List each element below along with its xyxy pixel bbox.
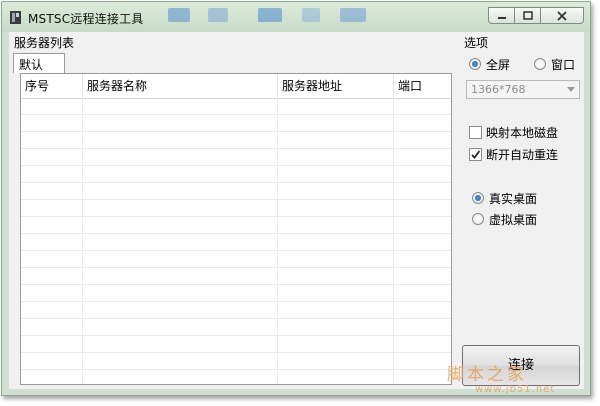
table-row bbox=[21, 217, 451, 234]
table-row bbox=[21, 251, 451, 268]
auto-reconnect-checkbox[interactable] bbox=[469, 148, 482, 161]
resolution-select[interactable]: 1366*768 bbox=[466, 80, 580, 99]
server-list-group-label: 服务器列表 bbox=[14, 36, 75, 50]
fullscreen-radio[interactable] bbox=[469, 58, 481, 70]
table-row bbox=[21, 98, 451, 115]
column-header-server-name[interactable]: 服务器名称 bbox=[83, 74, 278, 98]
tab-default[interactable]: 默认 bbox=[13, 53, 65, 73]
app-window: MSTSC远程连接工具 服务器列表 默认 序号 服务器名称 服务器地址 端口 选… bbox=[1, 1, 591, 396]
map-disk-label[interactable]: 映射本地磁盘 bbox=[486, 124, 558, 141]
checkmark-icon bbox=[471, 150, 481, 159]
watermark-url: www.jb51.net bbox=[475, 384, 556, 395]
table-header: 序号 服务器名称 服务器地址 端口 bbox=[21, 74, 451, 99]
blurred-taskbar-shape bbox=[208, 8, 228, 22]
real-desktop-radio[interactable] bbox=[472, 192, 484, 204]
minimize-icon bbox=[497, 16, 506, 19]
table-row bbox=[21, 353, 451, 370]
options-group-label: 选项 bbox=[464, 36, 489, 50]
column-header-port[interactable]: 端口 bbox=[394, 74, 451, 98]
table-row bbox=[21, 149, 451, 166]
client-area: 服务器列表 默认 序号 服务器名称 服务器地址 端口 选项 全屏 窗口 1366… bbox=[9, 32, 584, 395]
table-row bbox=[21, 234, 451, 251]
resolution-value: 1366*768 bbox=[471, 83, 526, 96]
table-row bbox=[21, 200, 451, 217]
watermark-logo: 脚本之家 bbox=[447, 365, 527, 385]
maximize-icon bbox=[522, 11, 533, 20]
table-row bbox=[21, 302, 451, 319]
table-row bbox=[21, 115, 451, 132]
window-mode-label[interactable]: 窗口 bbox=[551, 56, 575, 73]
window-mode-radio[interactable] bbox=[534, 58, 546, 70]
title-bar[interactable]: MSTSC远程连接工具 bbox=[2, 2, 590, 32]
close-icon bbox=[557, 10, 567, 21]
blurred-taskbar-shape bbox=[340, 8, 366, 22]
minimize-button[interactable] bbox=[488, 7, 515, 24]
app-icon bbox=[10, 11, 21, 24]
table-row bbox=[21, 319, 451, 336]
window-title: MSTSC远程连接工具 bbox=[28, 12, 144, 26]
table-row bbox=[21, 183, 451, 200]
maximize-button[interactable] bbox=[514, 7, 541, 24]
virtual-desktop-radio[interactable] bbox=[472, 213, 484, 225]
table-row bbox=[21, 336, 451, 353]
virtual-desktop-label[interactable]: 虚拟桌面 bbox=[489, 211, 537, 228]
server-table[interactable]: 序号 服务器名称 服务器地址 端口 bbox=[20, 73, 452, 385]
close-button[interactable] bbox=[540, 7, 584, 24]
blurred-taskbar-shape bbox=[302, 8, 320, 22]
blurred-taskbar-shape bbox=[258, 8, 282, 22]
column-header-index[interactable]: 序号 bbox=[21, 74, 83, 98]
table-row bbox=[21, 132, 451, 149]
table-row bbox=[21, 285, 451, 302]
real-desktop-label[interactable]: 真实桌面 bbox=[489, 190, 537, 207]
chevron-down-icon bbox=[567, 87, 575, 92]
table-row bbox=[21, 370, 451, 384]
table-row bbox=[21, 166, 451, 183]
map-disk-checkbox[interactable] bbox=[469, 126, 482, 139]
blurred-taskbar-shape bbox=[168, 8, 190, 22]
auto-reconnect-label[interactable]: 断开自动重连 bbox=[486, 146, 558, 163]
table-row bbox=[21, 268, 451, 285]
column-header-server-address[interactable]: 服务器地址 bbox=[278, 74, 394, 98]
fullscreen-label[interactable]: 全屏 bbox=[486, 56, 510, 73]
